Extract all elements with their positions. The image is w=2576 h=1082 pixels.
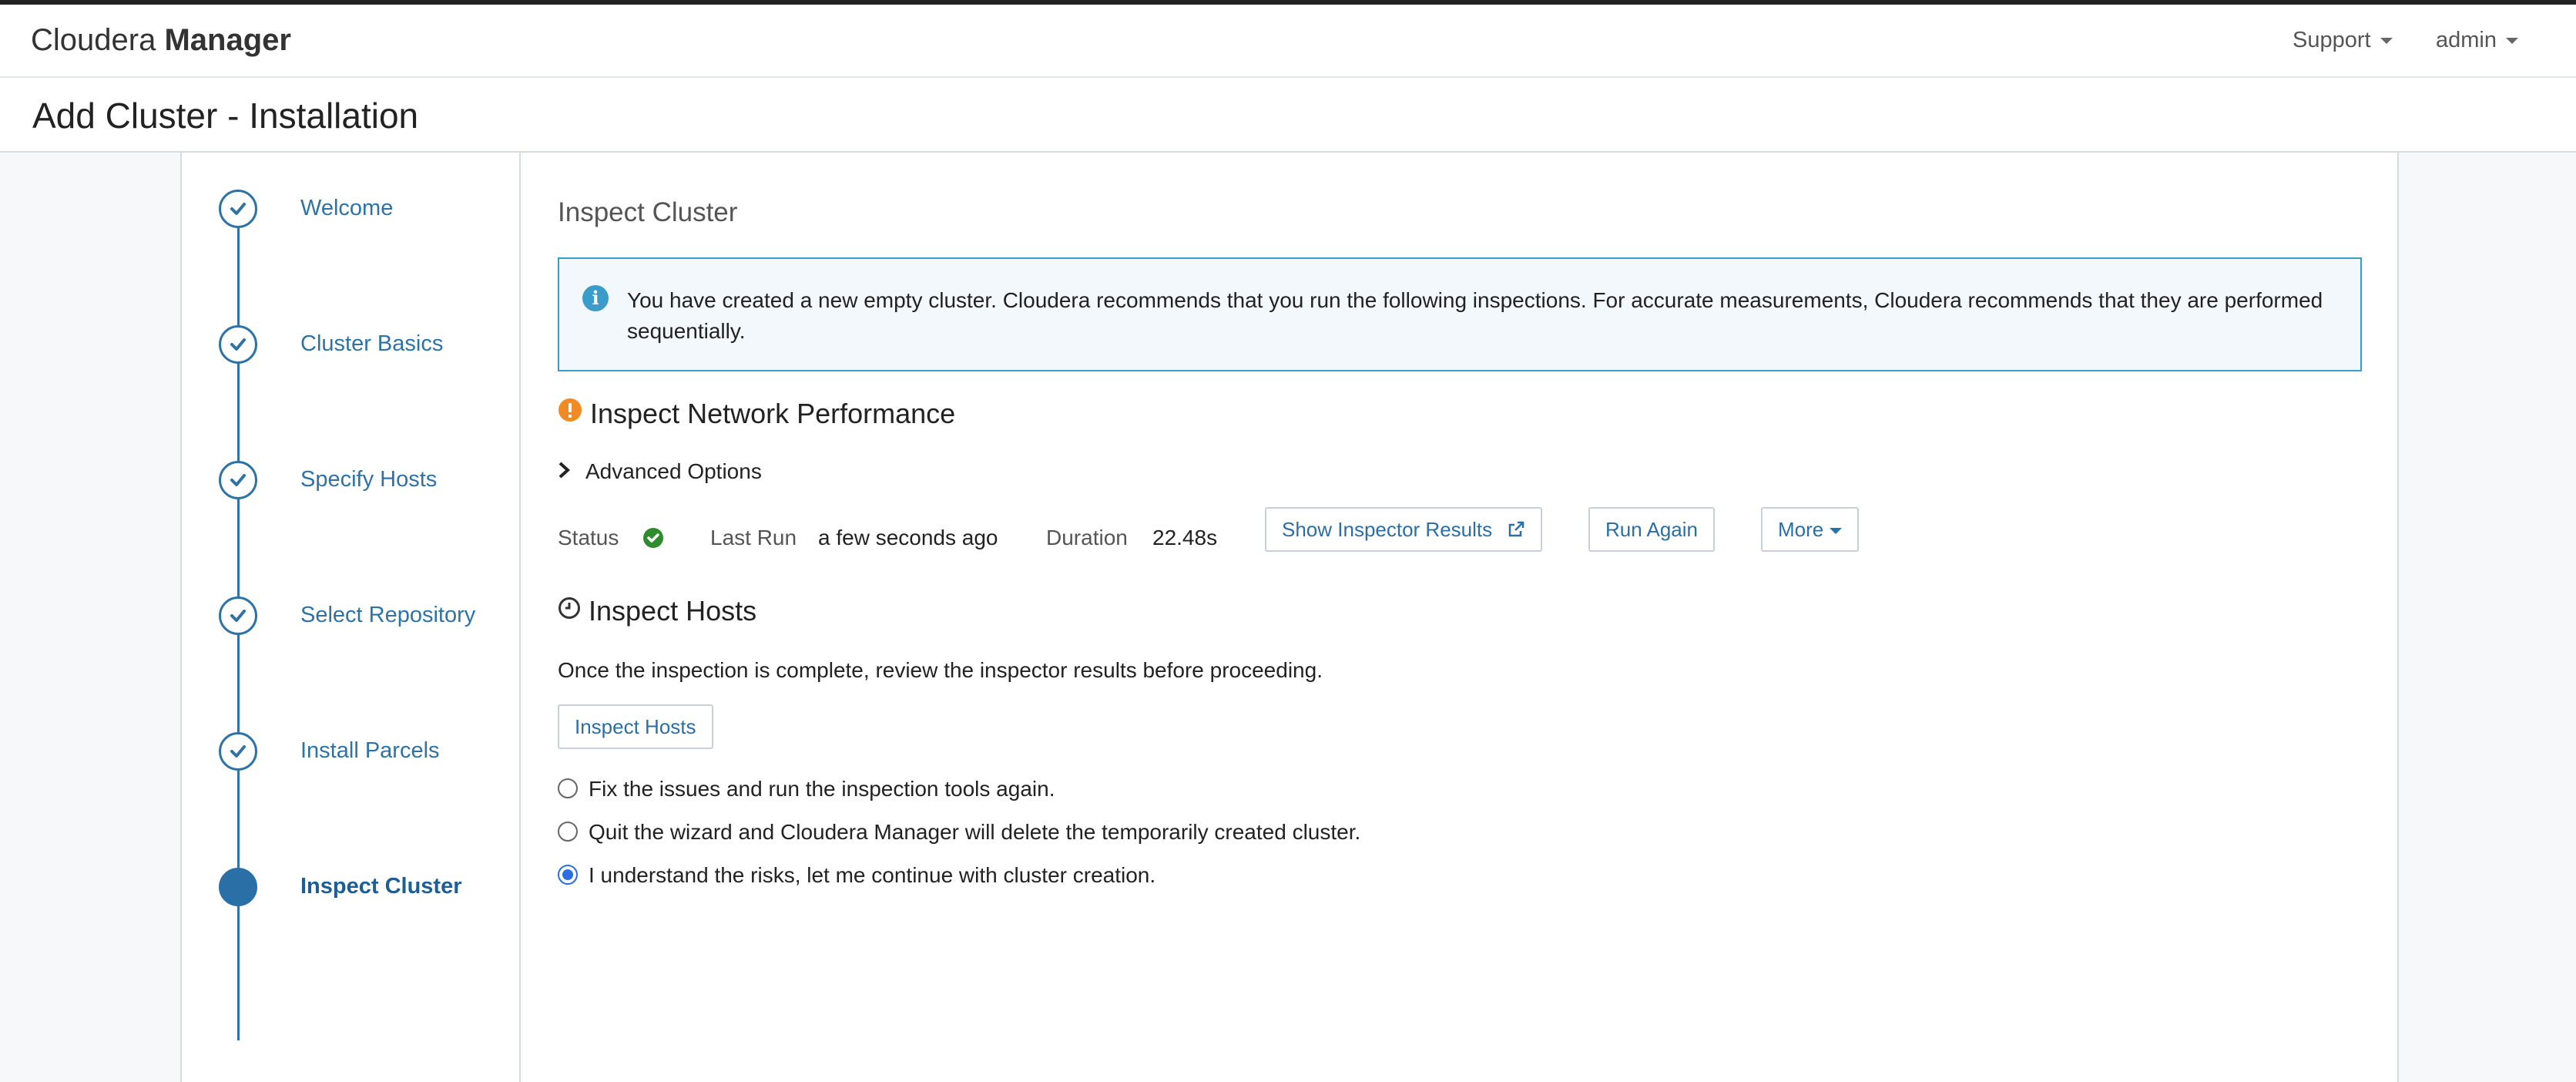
warning-icon <box>558 397 582 429</box>
radio-button[interactable] <box>558 821 578 842</box>
page-title: Add Cluster - Installation <box>32 96 419 136</box>
info-alert: i You have created a new empty cluster. … <box>558 257 2362 371</box>
radio-option-label: Fix the issues and run the inspection to… <box>589 777 1055 801</box>
check-icon <box>219 461 257 499</box>
radio-button[interactable] <box>558 864 578 885</box>
radio-option-label: I understand the risks, let me continue … <box>589 863 1156 887</box>
chevron-down-icon <box>1830 528 1843 535</box>
inspect-hosts-label: Inspect Hosts <box>575 715 696 738</box>
advanced-options-label: Advanced Options <box>585 459 762 483</box>
check-icon <box>219 732 257 771</box>
wizard-step-label: Welcome <box>300 196 394 220</box>
clock-icon <box>558 594 581 627</box>
user-menu-label: admin <box>2436 28 2497 52</box>
info-icon: i <box>582 285 609 311</box>
chevron-down-icon <box>2506 38 2518 45</box>
radio-option-continue[interactable]: I understand the risks, let me continue … <box>558 863 1156 888</box>
content-right-border <box>2397 153 2399 1082</box>
show-inspector-results-button[interactable]: Show Inspector Results <box>1265 507 1543 552</box>
hosts-inspection-heading: Inspect Hosts <box>558 595 756 629</box>
wizard-step-label: Cluster Basics <box>300 331 444 356</box>
radio-option-fix-issues[interactable]: Fix the issues and run the inspection to… <box>558 777 1055 801</box>
brand-name-light: Cloudera <box>31 23 156 57</box>
run-again-button[interactable]: Run Again <box>1588 507 1715 552</box>
chevron-down-icon <box>2380 38 2393 45</box>
hosts-inspection-title: Inspect Hosts <box>589 595 757 627</box>
more-label: More <box>1778 518 1824 541</box>
support-menu-label: Support <box>2293 28 2371 52</box>
network-inspection-heading: Inspect Network Performance <box>558 398 955 432</box>
check-icon <box>219 596 257 635</box>
wizard-steps: Welcome Cluster Basics Specify Hosts Sel… <box>180 153 521 1082</box>
advanced-options-toggle[interactable]: Advanced Options <box>558 459 762 484</box>
support-menu[interactable]: Support <box>2293 28 2393 53</box>
brand-logo[interactable]: Cloudera Manager <box>31 23 291 58</box>
show-inspector-results-label: Show Inspector Results <box>1282 518 1493 541</box>
last-run-value: a few seconds ago <box>818 526 998 549</box>
wizard-step-label: Install Parcels <box>300 738 440 763</box>
external-link-icon <box>1507 518 1525 541</box>
alert-text: You have created a new empty cluster. Cl… <box>627 288 2323 343</box>
brand-name-bold: Manager <box>164 23 291 57</box>
hosts-description: Once the inspection is complete, review … <box>558 658 1323 682</box>
inspect-hosts-button[interactable]: Inspect Hosts <box>558 704 713 749</box>
status-label: Status <box>558 526 619 549</box>
current-step-dot-icon <box>219 868 257 906</box>
success-check-icon <box>642 527 664 554</box>
wizard-step-label: Select Repository <box>300 603 476 627</box>
run-again-label: Run Again <box>1605 518 1698 541</box>
user-menu[interactable]: admin <box>2436 28 2518 53</box>
page-header: Add Cluster - Installation <box>0 78 2576 153</box>
more-dropdown-button[interactable]: More <box>1761 507 1860 552</box>
duration-value: 22.48s <box>1152 526 1218 549</box>
radio-option-label: Quit the wizard and Cloudera Manager wil… <box>589 820 1361 844</box>
wizard-step-label: Inspect Cluster <box>300 874 462 899</box>
top-navbar: Cloudera Manager Support admin <box>0 5 2576 78</box>
duration-label: Duration <box>1046 526 1128 549</box>
radio-option-quit-wizard[interactable]: Quit the wizard and Cloudera Manager wil… <box>558 820 1360 845</box>
last-run-label: Last Run <box>710 526 797 549</box>
check-icon <box>219 190 257 228</box>
chevron-right-icon <box>558 459 570 484</box>
wizard-step-label: Specify Hosts <box>300 467 438 492</box>
radio-button[interactable] <box>558 778 578 798</box>
section-title: Inspect Cluster <box>558 197 738 227</box>
main-content: Inspect Cluster i You have created a new… <box>521 153 2399 1082</box>
check-icon <box>219 325 257 364</box>
network-inspection-title: Inspect Network Performance <box>590 398 956 429</box>
